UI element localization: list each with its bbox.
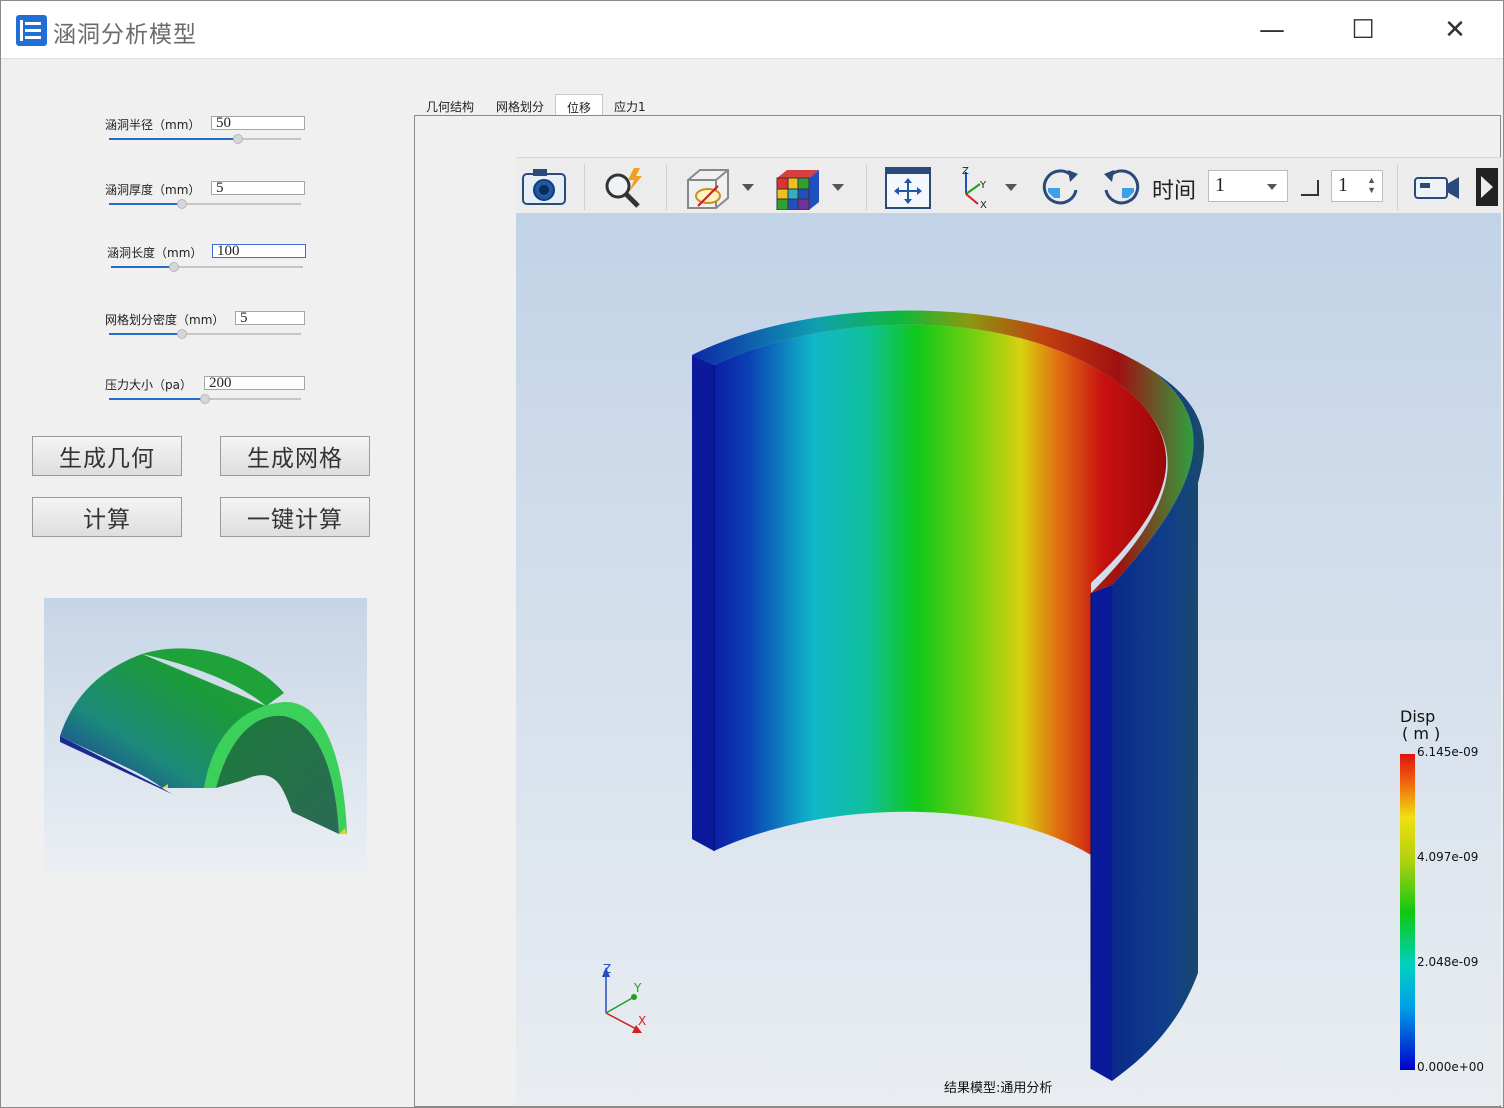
orientation-triad: Z Y X	[602, 962, 646, 1033]
triad-x-label: X	[638, 1014, 646, 1028]
thickness-slider[interactable]	[109, 199, 301, 209]
title-bar: 涵洞分析模型 — ☐ ✕	[1, 1, 1503, 59]
pressure-slider[interactable]	[109, 394, 301, 404]
time-select[interactable]: 1	[1208, 170, 1288, 202]
geometry-preview	[44, 598, 367, 872]
chevron-down-icon	[1267, 184, 1277, 190]
length-input[interactable]: 100	[212, 244, 306, 258]
radius-slider-fill	[109, 138, 238, 140]
length-slider-fill	[111, 266, 175, 268]
pressure-slider-fill	[109, 398, 205, 400]
legend-tick-1: 2.048e-09	[1417, 955, 1479, 969]
time-label: 时间	[1152, 179, 1197, 204]
fit-view-icon[interactable]	[882, 164, 934, 210]
tab-displacement[interactable]: 位移	[555, 94, 604, 117]
mesh-density-slider[interactable]	[109, 329, 301, 339]
step-spinbox-value: 1	[1338, 174, 1348, 196]
toolbar-overflow-icon[interactable]	[1476, 168, 1498, 206]
pressure-slider-handle[interactable]	[200, 394, 210, 404]
legend-tick-max: 6.145e-09	[1417, 745, 1479, 759]
spin-arrows-icon[interactable]: ▲ ▼	[1367, 175, 1376, 195]
legend-unit: ( m )	[1402, 724, 1441, 743]
step-end-icon[interactable]	[1301, 180, 1319, 196]
display-mode-dropdown-icon[interactable]	[742, 184, 754, 191]
mesh-density-slider-handle[interactable]	[176, 329, 187, 339]
generate-geometry-button[interactable]: 生成几何	[32, 436, 182, 476]
app-logo-icon	[16, 15, 47, 46]
svg-text:Y: Y	[979, 180, 987, 191]
tab-geometry[interactable]: 几何结构	[415, 94, 485, 116]
radius-slider-handle[interactable]	[232, 134, 243, 144]
toolbar-separator	[584, 164, 585, 210]
legend-color-bar	[1400, 754, 1415, 1070]
param-label-thickness: 涵洞厚度（mm）	[105, 183, 201, 197]
mesh-density-slider-fill	[109, 333, 182, 335]
culvert-left-end-face	[692, 355, 714, 851]
axes-orientation-icon[interactable]: ZYX	[946, 164, 998, 211]
thickness-slider-fill	[109, 203, 182, 205]
tab-stress[interactable]: 应力1	[603, 94, 657, 116]
param-label-length: 涵洞长度（mm）	[107, 246, 203, 260]
length-slider-handle[interactable]	[169, 262, 180, 272]
parameter-panel: 涵洞半径（mm） 50 涵洞厚度（mm） 5 涵洞长度（mm） 100 网格划分…	[1, 60, 411, 1107]
svg-text:X: X	[980, 200, 987, 210]
culvert-preview-render	[60, 648, 347, 834]
toolbar-separator	[1397, 164, 1398, 210]
one-click-compute-button[interactable]: 一键计算	[220, 497, 370, 537]
window-title: 涵洞分析模型	[53, 22, 197, 48]
svg-text:Z: Z	[962, 166, 969, 177]
color-cube-icon[interactable]	[771, 164, 823, 211]
close-button[interactable]: ✕	[1409, 1, 1501, 59]
axes-dropdown-icon[interactable]	[1005, 184, 1017, 191]
triad-z-label: Z	[603, 962, 611, 976]
legend-tick-min: 0.000e+00	[1417, 1060, 1485, 1074]
result-model-label: 结果模型:通用分析	[944, 1081, 1053, 1096]
triad-y-label: Y	[633, 981, 642, 995]
3d-viewport[interactable]: Z Y X Disp ( m ) 6.145e-09 4.097e-09 2.0…	[516, 213, 1501, 1105]
step-spinbox[interactable]: 1 ▲ ▼	[1331, 170, 1383, 202]
culvert-right-end-face	[1091, 585, 1112, 1081]
maximize-button[interactable]: ☐	[1317, 1, 1409, 59]
thickness-slider-handle[interactable]	[176, 199, 187, 209]
radius-input[interactable]: 50	[211, 116, 305, 130]
radius-slider[interactable]	[109, 134, 301, 144]
param-label-mesh-density: 网格划分密度（mm）	[105, 313, 225, 327]
camera-icon[interactable]	[518, 164, 570, 210]
tab-mesh[interactable]: 网格划分	[485, 94, 555, 116]
length-slider[interactable]	[111, 262, 303, 272]
record-video-icon[interactable]	[1411, 164, 1463, 210]
mesh-density-input[interactable]: 5	[235, 311, 305, 325]
result-tabs: 几何结构 网格划分 位移 应力1	[415, 94, 657, 117]
minimize-button[interactable]: —	[1226, 1, 1318, 59]
displacement-render: Z Y X	[602, 310, 1415, 1081]
generate-mesh-button[interactable]: 生成网格	[220, 436, 370, 476]
compute-button[interactable]: 计算	[32, 497, 182, 537]
param-label-radius: 涵洞半径（mm）	[105, 118, 201, 132]
time-select-value: 1	[1215, 174, 1225, 196]
pressure-input[interactable]: 200	[204, 376, 305, 390]
thickness-input[interactable]: 5	[211, 181, 305, 195]
legend-tick-2: 4.097e-09	[1417, 850, 1479, 864]
viewer-toolbar: ZYX 时间 1 1 ▲ ▼	[516, 157, 1501, 213]
toolbar-separator	[666, 164, 667, 210]
rotate-ccw-icon[interactable]	[1096, 164, 1148, 210]
param-label-pressure: 压力大小（pa）	[105, 378, 192, 392]
probe-icon[interactable]	[598, 164, 650, 210]
rotate-cw-icon[interactable]	[1034, 164, 1086, 210]
toolbar-separator	[866, 164, 867, 210]
display-mode-icon[interactable]	[682, 164, 734, 210]
color-map-dropdown-icon[interactable]	[832, 184, 844, 191]
app-window: 涵洞分析模型 — ☐ ✕ 涵洞半径（mm） 50 涵洞厚度（mm） 5 涵洞长度…	[0, 0, 1504, 1108]
